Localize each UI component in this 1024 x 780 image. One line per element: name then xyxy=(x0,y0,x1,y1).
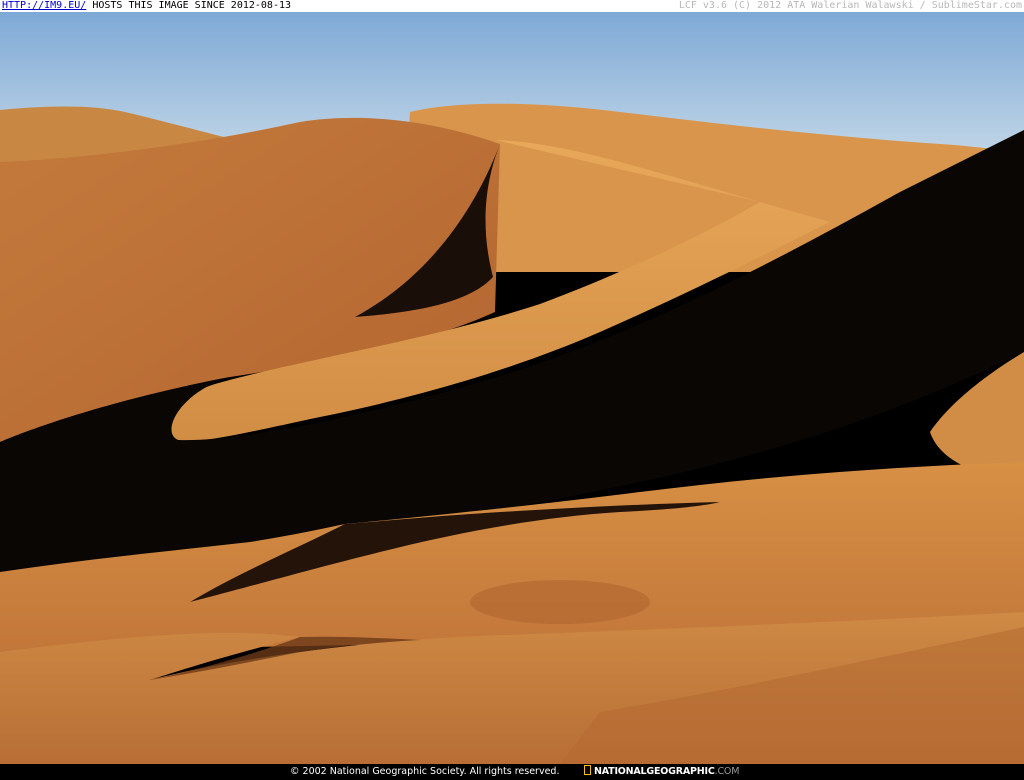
copyright-text: © 2002 National Geographic Society. All … xyxy=(290,766,560,777)
natgeo-logo[interactable]: NATIONALGEOGRAPHIC.COM xyxy=(584,764,739,780)
watermark-header: HTTP://IM9.EU/ HOSTS THIS IMAGE SINCE 20… xyxy=(0,0,1024,12)
im9-link[interactable]: HTTP://IM9.EU/ xyxy=(2,0,86,11)
natgeo-logo-text: NATIONALGEOGRAPHIC xyxy=(594,766,715,777)
dune-photo-svg xyxy=(0,12,1024,764)
yellow-border-icon xyxy=(584,765,591,775)
photo-footer: © 2002 National Geographic Society. All … xyxy=(0,764,1024,780)
sand-hollow xyxy=(470,580,650,624)
natgeo-logo-suffix: .COM xyxy=(714,766,740,777)
credit-text: LCF v3.6 (C) 2012 ATA Walerian Walawski … xyxy=(678,0,1022,11)
header-left: HTTP://IM9.EU/ HOSTS THIS IMAGE SINCE 20… xyxy=(2,0,291,12)
dune-photo xyxy=(0,12,1024,764)
host-text: HOSTS THIS IMAGE SINCE 2012-08-13 xyxy=(92,0,292,11)
